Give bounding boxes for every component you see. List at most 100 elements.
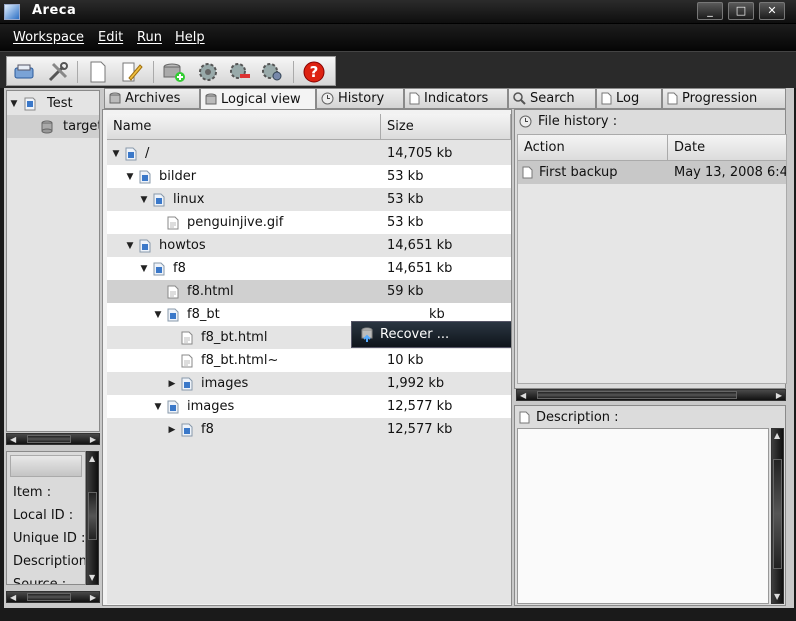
prop-item-label: Item :	[13, 485, 52, 500]
tab-label: Log	[616, 91, 640, 106]
folder-icon	[181, 423, 193, 437]
title-bar: Areca _ □ ✕	[0, 0, 796, 24]
column-header-name[interactable]: Name	[107, 114, 381, 140]
description-panel: Description : ▲ ▼	[514, 405, 786, 606]
chevron-down-icon[interactable]: ▼	[151, 310, 165, 320]
chevron-down-icon[interactable]: ▼	[123, 241, 137, 251]
menu-edit[interactable]: Edit	[98, 30, 123, 45]
tab-label: Logical view	[221, 91, 301, 107]
tree-row-name: f8_bt	[187, 307, 220, 322]
tree-row[interactable]: penguinjive.gif 53 kb	[107, 211, 511, 234]
chevron-down-icon[interactable]: ▼	[7, 99, 21, 109]
tree-row[interactable]: ▼ linux 53 kb	[107, 188, 511, 211]
horizontal-scrollbar[interactable]: ◀ ▶	[516, 389, 786, 401]
tree-row-size: 59 kb	[387, 284, 424, 299]
tree-row-size: kb	[429, 307, 445, 322]
tab-history[interactable]: History	[316, 88, 404, 109]
file-icon	[167, 216, 179, 230]
context-menu-recover[interactable]: Recover ...	[380, 327, 449, 342]
minimize-button[interactable]: _	[697, 2, 723, 20]
vertical-scrollbar[interactable]: ▲ ▼	[86, 451, 99, 585]
chevron-down-icon[interactable]: ▼	[137, 264, 151, 274]
database-icon	[205, 93, 217, 106]
tree-row[interactable]: ▶ images 1,992 kb	[107, 372, 511, 395]
file-history-panel: File history : Action Date First backup …	[514, 109, 787, 389]
search-icon	[513, 92, 526, 105]
tree-row-name: penguinjive.gif	[187, 215, 284, 230]
vertical-scrollbar[interactable]: ▲ ▼	[771, 428, 784, 604]
tree-row[interactable]: f8_bt.html~ 10 kb	[107, 349, 511, 372]
file-icon	[167, 285, 179, 299]
tab-logical-view[interactable]: Logical view	[200, 88, 316, 110]
edit-icon[interactable]	[119, 59, 145, 85]
menu-bar: Workspace Edit Run Help	[0, 24, 796, 51]
menu-help[interactable]: Help	[175, 30, 205, 45]
tree-item-target[interactable]: target	[7, 115, 99, 138]
chevron-down-icon[interactable]: ▼	[151, 402, 165, 412]
merge-icon[interactable]	[259, 59, 285, 85]
horizontal-scrollbar[interactable]: ◀ ▶	[6, 591, 100, 603]
prop-unique-id-label: Unique ID :	[13, 531, 86, 546]
folder-icon	[139, 239, 151, 253]
horizontal-scrollbar[interactable]: ◀ ▶	[6, 433, 100, 445]
chevron-down-icon[interactable]: ▼	[137, 195, 151, 205]
chevron-down-icon[interactable]: ▼	[123, 172, 137, 182]
tab-bar: Archives Logical view History Indicators…	[102, 88, 792, 110]
folder-icon	[181, 377, 193, 391]
tab-indicators[interactable]: Indicators	[404, 88, 508, 109]
description-label: Description :	[536, 409, 619, 425]
tree-row-name: f8_bt.html~	[201, 353, 279, 368]
add-backup-icon[interactable]	[161, 59, 187, 85]
close-button[interactable]: ✕	[759, 2, 785, 20]
tab-label: Indicators	[424, 91, 489, 106]
tree-row[interactable]: ▼ howtos 14,651 kb	[107, 234, 511, 257]
tree-row[interactable]: ▶ f8 12,577 kb	[107, 418, 511, 441]
file-history-label: File history :	[538, 113, 618, 129]
tab-archives[interactable]: Archives	[104, 88, 200, 109]
new-document-icon[interactable]	[85, 59, 111, 85]
file-icon	[181, 331, 193, 345]
tree-item-label: target	[63, 119, 100, 134]
maximize-button[interactable]: □	[728, 2, 754, 20]
tree-row-size: 12,577 kb	[387, 399, 453, 414]
column-header-action[interactable]: Action	[518, 135, 668, 161]
tree-item-label: Test	[47, 96, 73, 111]
menu-run[interactable]: Run	[137, 30, 162, 45]
tree-row[interactable]: f8.html 59 kb	[107, 280, 511, 303]
table-row[interactable]: First backup May 13, 2008 6:40	[518, 161, 786, 184]
tree-row-name: f8.html	[187, 284, 234, 299]
help-icon[interactable]: ?	[301, 59, 327, 85]
workspace-icon	[23, 97, 37, 111]
remove-backup-icon[interactable]	[227, 59, 253, 85]
tools-icon[interactable]	[45, 59, 71, 85]
chevron-right-icon[interactable]: ▶	[165, 425, 179, 435]
app-icon	[4, 4, 20, 20]
tree-row[interactable]: ▼ bilder 53 kb	[107, 165, 511, 188]
main-area: ▼ Test target ◀ ▶ Item : Local ID : Uniq…	[4, 88, 794, 608]
tree-row[interactable]: ▼ images 12,577 kb	[107, 395, 511, 418]
tree-row-name: f8	[201, 422, 214, 437]
tree-row[interactable]: ▼ / 14,705 kb	[107, 142, 511, 165]
document-icon	[519, 411, 530, 424]
workspace-icon[interactable]	[11, 59, 37, 85]
chevron-right-icon[interactable]: ▶	[165, 379, 179, 389]
chevron-down-icon[interactable]: ▼	[109, 149, 123, 159]
recover-icon	[360, 327, 374, 343]
backup-icon[interactable]	[195, 59, 221, 85]
tree-row-name: linux	[173, 192, 205, 207]
tree-row[interactable]: ▼ f8 14,651 kb	[107, 257, 511, 280]
file-history-title: File history :	[519, 112, 617, 130]
tab-progression[interactable]: Progression	[662, 88, 786, 109]
tree-item-test[interactable]: ▼ Test	[7, 92, 99, 115]
tab-log[interactable]: Log	[596, 88, 662, 109]
svg-text:?: ?	[310, 63, 319, 81]
column-header-date[interactable]: Date	[668, 135, 786, 161]
column-header-size[interactable]: Size	[381, 114, 511, 140]
tree-row-name: bilder	[159, 169, 197, 184]
tree-row-size: 12,577 kb	[387, 422, 453, 437]
tree-row-size: 14,651 kb	[387, 261, 453, 276]
tab-search[interactable]: Search	[508, 88, 596, 109]
menu-workspace[interactable]: Workspace	[13, 30, 84, 45]
description-textarea[interactable]	[517, 428, 769, 604]
folder-icon	[125, 147, 137, 161]
